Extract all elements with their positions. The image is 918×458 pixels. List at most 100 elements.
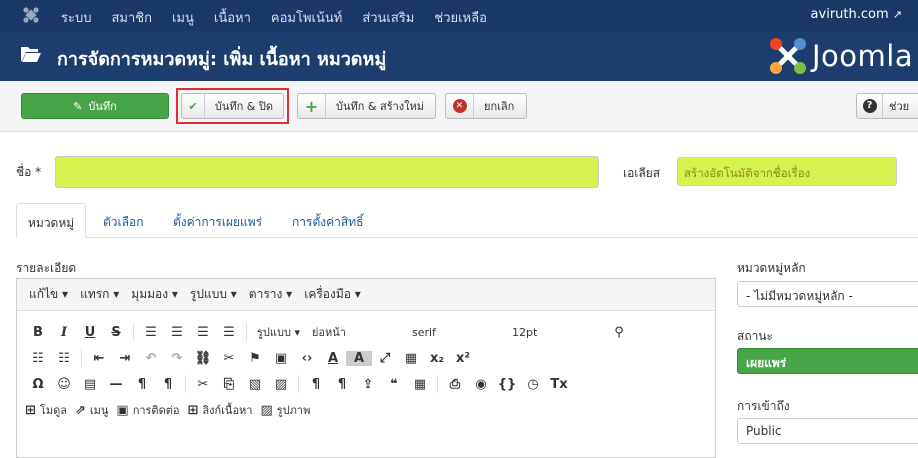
format-select[interactable]: รูปแบบ ▾ — [251, 323, 306, 341]
indent-icon[interactable]: ⇥ — [112, 351, 138, 366]
tab-category[interactable]: หมวดหมู่ — [16, 203, 87, 238]
size-select[interactable]: 12pt — [506, 326, 606, 339]
external-link-icon: ↗ — [892, 8, 902, 21]
save-button[interactable]: ✎ บันทึก — [21, 93, 169, 119]
status-select[interactable]: เผยแพร่ — [737, 348, 918, 374]
cancel-label: ยกเลิก — [484, 100, 515, 113]
menu-extensions[interactable]: ส่วนเสริม — [362, 7, 414, 28]
strikethrough-icon[interactable]: S — [103, 325, 129, 340]
help-button[interactable]: ? ช่วย — [856, 93, 918, 119]
menu-components[interactable]: คอมโพเน้นท์ — [271, 7, 342, 28]
article-link-button[interactable]: ⊞ ลิงก์เนื้อหา — [187, 401, 252, 419]
menu-tools[interactable]: เครื่องมือ ▾ — [304, 285, 361, 304]
italic-icon[interactable]: I — [51, 325, 77, 340]
alias-input[interactable]: สร้างอัตโนมัติจากชื่อเรื่อง — [677, 157, 897, 186]
align-right-icon[interactable]: ☰ — [190, 325, 216, 340]
horizontal-rule-icon[interactable]: — — [103, 377, 129, 392]
question-icon: ? — [857, 94, 883, 118]
clock-icon[interactable]: ◷ — [520, 377, 546, 392]
unlink-icon[interactable]: ✂ — [216, 351, 242, 366]
toolbar-divider — [81, 349, 82, 367]
copy-icon[interactable]: ⎘ — [216, 377, 242, 392]
background-color-icon[interactable]: A — [346, 350, 372, 366]
save-close-button[interactable]: ✔ บันทึก & ปิด — [181, 93, 284, 119]
outdent-icon[interactable]: ⇤ — [86, 351, 112, 366]
cut-icon[interactable]: ✂ — [190, 377, 216, 392]
emoticon-icon[interactable]: ☺ — [51, 377, 77, 392]
menu-edit[interactable]: แก้ไข ▾ — [29, 285, 68, 304]
superscript-icon[interactable]: x² — [450, 351, 476, 366]
menu-menus[interactable]: เมนู — [172, 7, 194, 28]
upload-icon[interactable]: ⇪ — [355, 377, 381, 392]
link-icon[interactable]: ⛓ — [190, 351, 216, 366]
access-select[interactable]: Public — [737, 418, 918, 444]
align-center-icon[interactable]: ☰ — [164, 325, 190, 340]
site-link[interactable]: aviruth.com ↗ — [811, 7, 902, 22]
media-icon[interactable]: ▤ — [77, 377, 103, 392]
underline-icon[interactable]: U — [77, 325, 103, 340]
paragraph-select-value: ย่อหน้า — [311, 326, 346, 339]
status-value: เผยแพร่ — [746, 356, 787, 370]
menu-format[interactable]: รูปแบบ ▾ — [190, 285, 237, 304]
undo-icon[interactable]: ↶ — [138, 351, 164, 366]
menu-insert[interactable]: แทรก ▾ — [80, 285, 119, 304]
parent-label: หมวดหมู่หลัก — [737, 261, 806, 275]
align-justify-icon[interactable]: ☰ — [216, 325, 242, 340]
menu-table[interactable]: ตาราง ▾ — [249, 285, 292, 304]
image-icon[interactable]: ▣ — [268, 351, 294, 366]
tab-options[interactable]: ตัวเลือก — [92, 203, 154, 238]
tab-permissions[interactable]: การตั้งค่าสิทธิ์ — [281, 203, 374, 238]
show-blocks-icon[interactable]: ¶ — [303, 377, 329, 392]
clear-format-icon[interactable]: Tx — [546, 377, 572, 392]
visual-chars-icon[interactable]: ¶ — [329, 377, 355, 392]
joomla-logo-icon[interactable] — [22, 6, 40, 24]
menu-users[interactable]: สมาชิก — [111, 7, 152, 28]
menu-button[interactable]: ⇗ เมนู — [75, 401, 108, 419]
numbered-list-icon[interactable]: ☷ — [51, 351, 77, 366]
blockquote-icon[interactable]: ❝ — [381, 377, 407, 392]
font-select[interactable]: serif — [406, 326, 506, 339]
paragraph-select[interactable]: ย่อหน้า — [306, 323, 406, 341]
preview-icon[interactable]: ◉ — [468, 377, 494, 392]
page-title: การจัดการหมวดหมู่: เพิ่ม เนื้อหา หมวดหมู… — [57, 49, 387, 70]
joomla-brand: Joomla — [768, 36, 913, 76]
menu-help[interactable]: ช่วยเหลือ — [434, 7, 487, 28]
name-input[interactable] — [55, 156, 599, 188]
save-new-button[interactable]: + บันทึก & สร้างใหม่ — [297, 93, 436, 119]
omega-icon[interactable]: Ω — [25, 377, 51, 392]
toolbar-divider — [437, 375, 438, 393]
fullscreen-icon[interactable]: ⤢ — [372, 351, 398, 366]
paragraph-rtl-icon[interactable]: ¶ — [155, 377, 181, 392]
cancel-button[interactable]: ✕ ยกเลิก — [445, 93, 527, 119]
save-label: บันทึก — [88, 100, 117, 113]
source-code-icon[interactable]: {} — [494, 377, 520, 392]
address-book-icon: ▣ — [116, 402, 129, 418]
template-icon[interactable]: ▦ — [407, 377, 433, 392]
menu-system[interactable]: ระบบ — [61, 7, 91, 28]
paragraph-ltr-icon[interactable]: ¶ — [129, 377, 155, 392]
bullet-list-icon[interactable]: ☷ — [25, 351, 51, 366]
bold-icon[interactable]: B — [25, 325, 51, 340]
print-icon[interactable]: ⎙ — [442, 377, 468, 392]
paste-icon[interactable]: ▧ — [242, 377, 268, 392]
parent-select[interactable]: - ไม่มีหมวดหมู่หลัก - — [737, 281, 918, 307]
code-icon[interactable]: ‹› — [294, 351, 320, 366]
menu-content[interactable]: เนื้อหา — [214, 7, 251, 28]
menu-view[interactable]: มุมมอง ▾ — [131, 285, 178, 304]
table-icon[interactable]: ▦ — [398, 351, 424, 366]
tab-publishing[interactable]: ตั้งค่าการเผยแพร่ — [162, 203, 273, 238]
subscript-icon[interactable]: x₂ — [424, 351, 450, 366]
align-left-icon[interactable]: ☰ — [138, 325, 164, 340]
contact-button[interactable]: ▣ การติดต่อ — [116, 401, 179, 419]
page-header: การจัดการหมวดหมู่: เพิ่ม เนื้อหา หมวดหมู… — [0, 31, 918, 81]
redo-icon[interactable]: ↷ — [164, 351, 190, 366]
image-button[interactable]: ▨ รูปภาพ — [260, 401, 310, 419]
binoculars-icon[interactable]: ⚲ — [606, 325, 632, 340]
top-navbar: ระบบ สมาชิก เมนู เนื้อหา คอมโพเน้นท์ ส่ว… — [0, 0, 918, 31]
toolbar-divider — [246, 323, 247, 341]
bookmark-icon[interactable]: ⚑ — [242, 351, 268, 366]
paste-text-icon[interactable]: ▨ — [268, 377, 294, 392]
module-button[interactable]: ⊞ โมดูล — [25, 401, 67, 419]
parent-value: - ไม่มีหมวดหมู่หลัก - — [746, 289, 853, 303]
text-color-icon[interactable]: A — [320, 351, 346, 366]
